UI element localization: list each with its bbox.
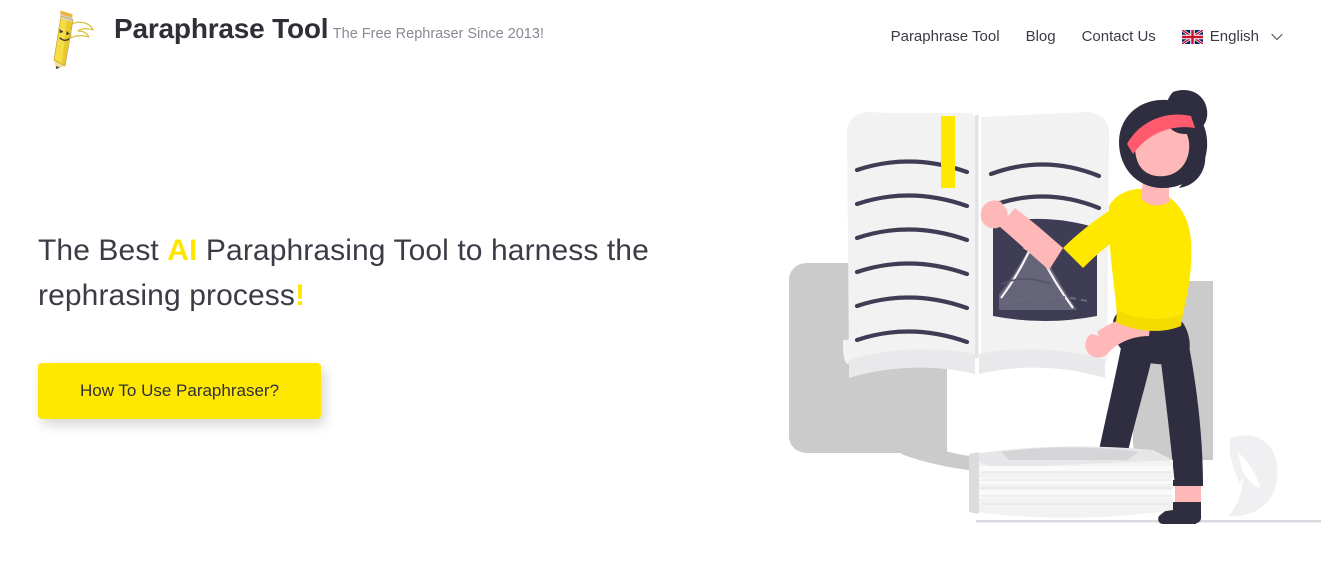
nav-item-contact-us[interactable]: Contact Us — [1082, 28, 1156, 45]
main-nav: Paraphrase Tool Blog Contact Us English — [891, 28, 1283, 45]
hero-illustration — [761, 88, 1321, 548]
woman-reading-open-book-illustration — [789, 90, 1321, 524]
language-switcher[interactable]: English — [1181, 28, 1283, 45]
site-header: Paraphrase Tool The Free Rephraser Since… — [0, 0, 1321, 82]
brand-tagline: The Free Rephraser Since 2013! — [332, 26, 544, 42]
brand-logo-link[interactable]: Paraphrase Tool The Free Rephraser Since… — [40, 8, 544, 70]
hero-heading: The Best AI Paraphrasing Tool to harness… — [38, 228, 678, 318]
nav-item-paraphrase-tool[interactable]: Paraphrase Tool — [891, 28, 1000, 45]
winged-pencil-mascot-icon — [53, 10, 94, 69]
brand-title: Paraphrase Tool — [114, 13, 329, 44]
how-to-use-paraphraser-button[interactable]: How To Use Paraphraser? — [38, 363, 321, 419]
page-root: Paraphrase Tool The Free Rephraser Since… — [0, 0, 1321, 567]
hero-heading-highlight: AI — [167, 234, 198, 267]
hero-heading-exclamation: ! — [294, 279, 306, 312]
hero-heading-part1: The Best — [38, 234, 168, 267]
uk-flag-icon — [1181, 29, 1203, 44]
hero-section: The Best AI Paraphrasing Tool to harness… — [38, 228, 678, 419]
nav-item-blog[interactable]: Blog — [1026, 28, 1056, 45]
language-label: English — [1209, 28, 1259, 45]
chevron-down-icon[interactable] — [1271, 33, 1283, 41]
